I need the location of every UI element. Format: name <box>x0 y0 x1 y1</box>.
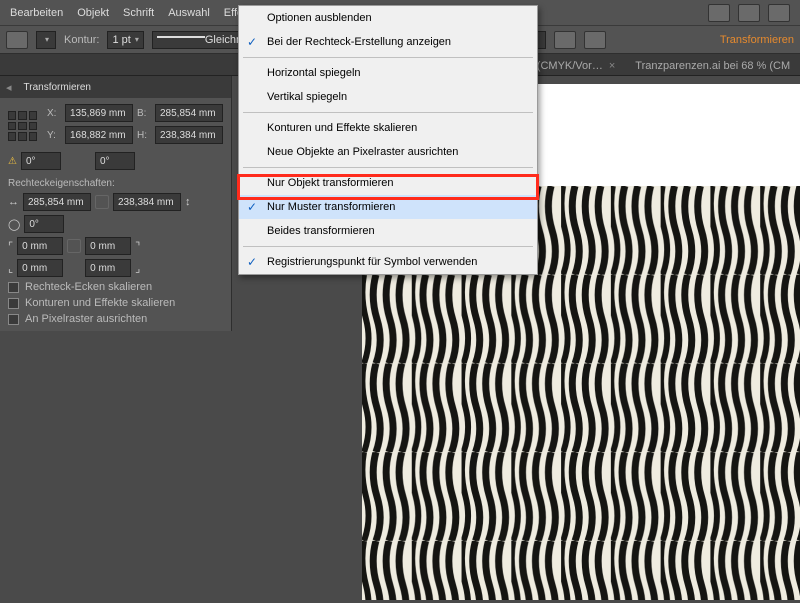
menu-bearbeiten[interactable]: Bearbeiten <box>10 7 63 19</box>
menu-item-flip-vertical[interactable]: Vertikal spiegeln <box>239 85 537 109</box>
menu-auswahl[interactable]: Auswahl <box>168 7 210 19</box>
align-pixel-checkbox[interactable]: An Pixelraster ausrichten <box>8 313 223 325</box>
corner-3-field[interactable]: 0 mm <box>17 259 63 277</box>
menu-separator <box>243 57 533 58</box>
menu-schrift[interactable]: Schrift <box>123 7 154 19</box>
width-icon: ↔ <box>8 196 19 208</box>
link-icon[interactable] <box>67 239 81 253</box>
h-label: H: <box>137 130 151 141</box>
height-field[interactable]: 238,384 mm <box>155 126 223 144</box>
menu-item-show-on-rect-create[interactable]: ✓Bei der Rechteck-Erstellung anzeigen <box>239 30 537 54</box>
corner-4-field[interactable]: 0 mm <box>85 259 131 277</box>
rect-width-field[interactable]: 285,854 mm <box>23 193 91 211</box>
menu-separator <box>243 246 533 247</box>
menu-item-flip-horizontal[interactable]: Horizontal spiegeln <box>239 61 537 85</box>
menu-item-use-reg-point[interactable]: ✓Registrierungspunkt für Symbol verwende… <box>239 250 537 274</box>
fill-menu[interactable] <box>36 31 56 49</box>
rect-props-heading: Rechteckeigenschaften: <box>8 178 223 189</box>
shear-field[interactable]: 0° <box>95 152 135 170</box>
menu-separator <box>243 167 533 168</box>
x-field[interactable]: 135,869 mm <box>65 104 133 122</box>
corner-icon: ⌝ <box>135 240 140 253</box>
corner-1-field[interactable]: 0 mm <box>17 237 63 255</box>
close-icon[interactable]: × <box>609 60 615 72</box>
stroke-weight-field[interactable]: 1 pt <box>107 31 143 49</box>
arrange-icon[interactable] <box>738 4 760 22</box>
y-label: Y: <box>47 130 61 141</box>
rotate-field[interactable]: 0° <box>21 152 61 170</box>
panel-tabbar: ◂ Transformieren <box>0 76 231 98</box>
menu-separator <box>243 112 533 113</box>
link-icon[interactable] <box>95 195 109 209</box>
panel-tab-transform[interactable]: Transformieren <box>16 80 99 95</box>
y-field[interactable]: 168,882 mm <box>65 126 133 144</box>
document-tab[interactable]: Tranzparenzen.ai bei 68 % (CM <box>625 57 800 75</box>
reference-point-grid[interactable] <box>8 111 37 141</box>
scale-strokes-checkbox[interactable]: Konturen und Effekte skalieren <box>8 297 223 309</box>
scale-corners-checkbox[interactable]: Rechteck-Ecken skalieren <box>8 281 223 293</box>
b-label: B: <box>137 108 151 119</box>
bridge-icon[interactable] <box>708 4 730 22</box>
menu-item-transform-object-only[interactable]: Nur Objekt transformieren <box>239 171 537 195</box>
corner-2-field[interactable]: 0 mm <box>85 237 131 255</box>
fill-swatch[interactable] <box>6 31 28 49</box>
height-icon: ↕ <box>185 196 191 208</box>
corner-icon: ⌟ <box>135 262 140 275</box>
menu-item-hide-options[interactable]: Optionen ausblenden <box>239 6 537 30</box>
width-field[interactable]: 285,854 mm <box>155 104 223 122</box>
align-icon[interactable] <box>584 31 606 49</box>
menu-item-scale-strokes[interactable]: Konturen und Effekte skalieren <box>239 116 537 140</box>
rect-angle-field[interactable]: 0° <box>24 215 64 233</box>
menu-item-transform-both[interactable]: Beides transformieren <box>239 219 537 243</box>
corner-icon: ⌜ <box>8 240 13 253</box>
menu-objekt[interactable]: Objekt <box>77 7 109 19</box>
menu-item-transform-pattern-only[interactable]: ✓Nur Muster transformieren <box>239 195 537 219</box>
sync-icon[interactable] <box>768 4 790 22</box>
angle-icon: ◯ <box>8 218 20 231</box>
panel-flyout-menu: Optionen ausblenden ✓Bei der Rechteck-Er… <box>238 5 538 275</box>
stroke-label: Kontur: <box>64 34 99 46</box>
menu-item-align-pixel-grid[interactable]: Neue Objekte an Pixelraster ausrichten <box>239 140 537 164</box>
x-label: X: <box>47 108 61 119</box>
transform-link[interactable]: Transformieren <box>720 34 794 46</box>
recolor-icon[interactable] <box>554 31 576 49</box>
rect-height-field[interactable]: 238,384 mm <box>113 193 181 211</box>
transform-panel: ◂ Transformieren X: 135,869 mm B: 285,85… <box>0 76 232 331</box>
corner-icon: ⌞ <box>8 262 13 275</box>
